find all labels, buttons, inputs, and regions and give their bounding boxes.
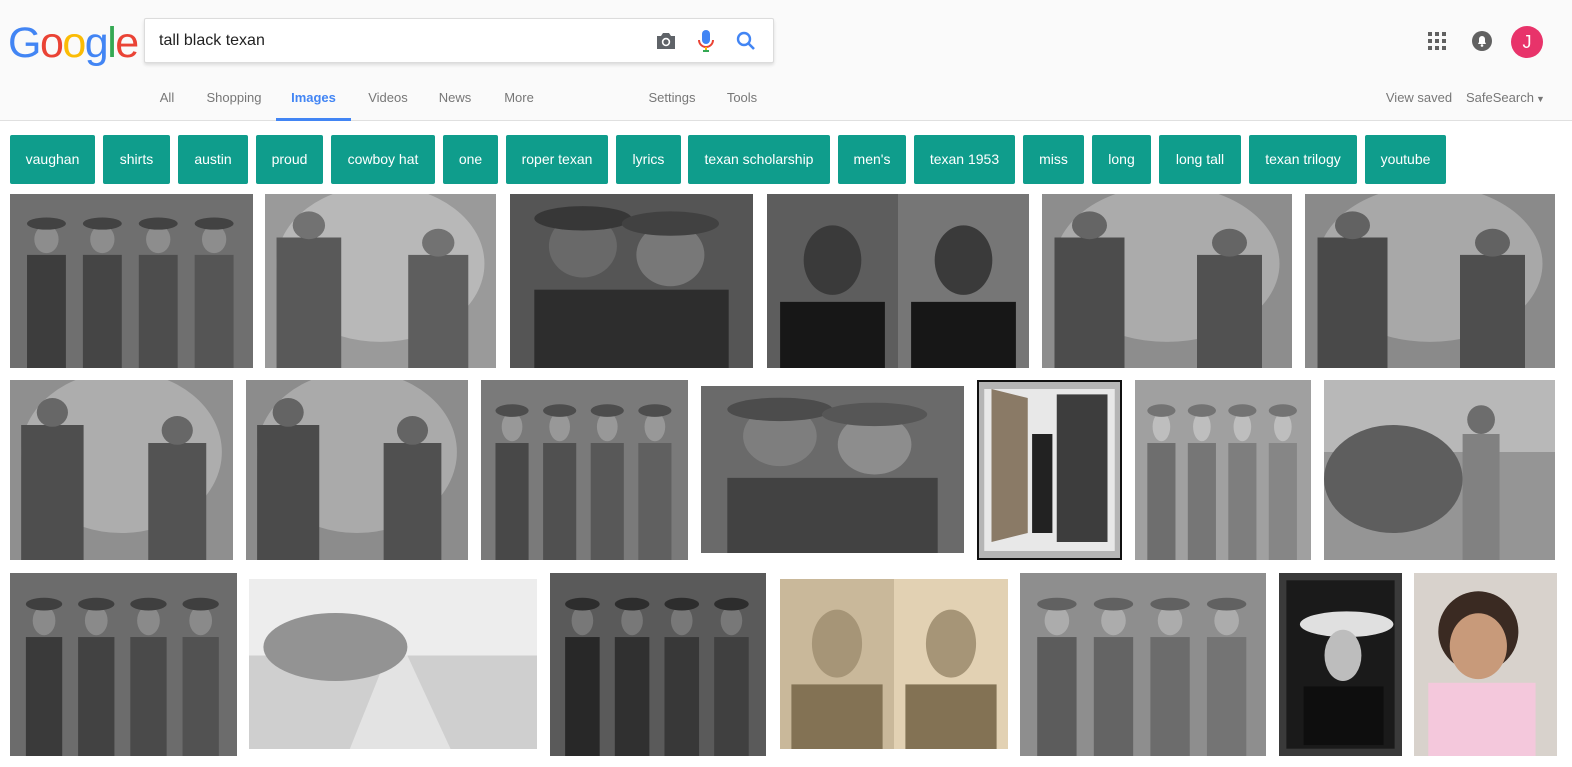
image-result[interactable] (1135, 380, 1311, 560)
chip-lyrics[interactable]: lyrics (616, 135, 681, 184)
image-result[interactable] (249, 579, 537, 749)
tab-settings[interactable]: Settings (646, 76, 698, 121)
tab-more[interactable]: More (500, 76, 538, 121)
image-result[interactable] (10, 380, 233, 560)
chip-miss[interactable]: miss (1023, 135, 1084, 184)
dropdown-caret-icon: ▼ (1535, 94, 1545, 104)
image-result[interactable] (510, 194, 753, 368)
logo-letter: l (107, 19, 117, 67)
camera-icon[interactable] (652, 27, 680, 55)
chip-proud[interactable]: proud (256, 135, 323, 184)
image-result[interactable] (1279, 573, 1402, 756)
google-logo[interactable]: Google (8, 19, 139, 67)
search-header: Google J All Shopping Images Videos News… (0, 0, 1572, 121)
chip-long[interactable]: long (1092, 135, 1151, 184)
account-avatar[interactable]: J (1511, 26, 1543, 58)
related-search-chips: vaughan shirts austin proud cowboy hat o… (10, 135, 1570, 184)
tab-all[interactable]: All (154, 76, 180, 121)
tab-videos[interactable]: Videos (364, 76, 412, 121)
image-result[interactable] (10, 194, 253, 368)
chip-long-tall[interactable]: long tall (1159, 135, 1241, 184)
safesearch-label: SafeSearch (1466, 90, 1534, 105)
image-result[interactable] (1305, 194, 1555, 368)
chip-shirts[interactable]: shirts (103, 135, 170, 184)
chip-roper-texan[interactable]: roper texan (506, 135, 608, 184)
chip-texan-1953[interactable]: texan 1953 (914, 135, 1015, 184)
chip-texan-scholarship[interactable]: texan scholarship (688, 135, 830, 184)
image-result[interactable] (1414, 573, 1557, 756)
image-result[interactable] (10, 573, 237, 756)
search-icon[interactable] (732, 27, 760, 55)
image-result[interactable] (481, 380, 688, 560)
tab-tools[interactable]: Tools (724, 76, 760, 121)
chip-austin[interactable]: austin (178, 135, 248, 184)
image-result[interactable] (1020, 573, 1266, 756)
image-result[interactable] (701, 386, 964, 553)
image-result[interactable] (1042, 194, 1292, 368)
apps-grid-icon[interactable] (1428, 32, 1446, 55)
search-box (144, 18, 774, 63)
image-result[interactable] (246, 380, 468, 560)
search-tabs: All Shopping Images Videos News More Set… (0, 76, 1572, 121)
notifications-bell-icon[interactable] (1472, 31, 1492, 56)
tab-news[interactable]: News (436, 76, 474, 121)
microphone-icon[interactable] (692, 27, 720, 55)
tab-shopping[interactable]: Shopping (203, 76, 265, 121)
search-input[interactable] (159, 19, 639, 62)
chip-mens[interactable]: men's (838, 135, 906, 184)
logo-letter: g (84, 19, 109, 67)
chip-texan-trilogy[interactable]: texan trilogy (1249, 135, 1357, 184)
chip-youtube[interactable]: youtube (1365, 135, 1446, 184)
chip-one[interactable]: one (443, 135, 498, 184)
image-result-selected[interactable] (977, 380, 1122, 560)
image-result[interactable] (1324, 380, 1555, 560)
safesearch-menu[interactable]: SafeSearch ▼ (1466, 76, 1545, 121)
image-result[interactable] (780, 579, 1008, 749)
logo-letter: e (115, 19, 139, 67)
image-result[interactable] (265, 194, 496, 368)
chip-cowboy-hat[interactable]: cowboy hat (331, 135, 435, 184)
logo-letter: o (39, 19, 64, 67)
chip-vaughan[interactable]: vaughan (10, 135, 95, 184)
image-result[interactable] (767, 194, 1029, 368)
image-result[interactable] (550, 573, 766, 756)
view-saved-link[interactable]: View saved (1384, 76, 1454, 121)
logo-letter: o (62, 19, 86, 67)
logo-letter: G (8, 19, 41, 67)
tab-images[interactable]: Images (276, 76, 351, 121)
